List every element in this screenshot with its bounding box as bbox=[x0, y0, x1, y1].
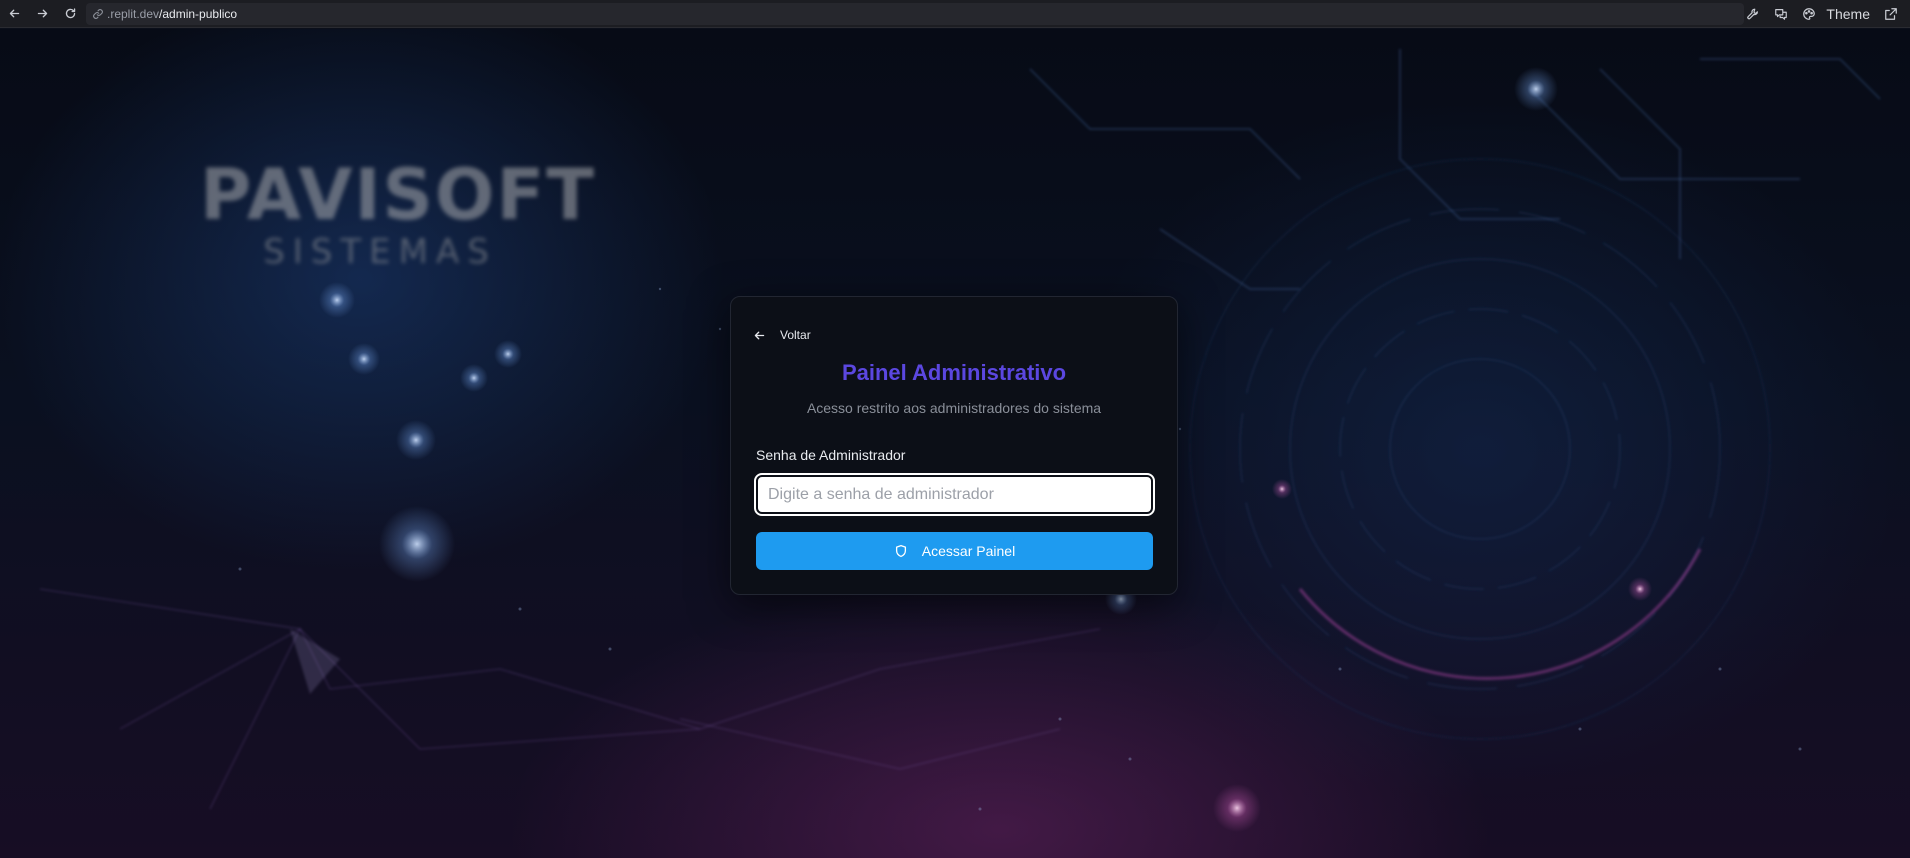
link-icon bbox=[93, 9, 103, 19]
back-button-label: Voltar bbox=[780, 328, 811, 342]
background-logo: PAVISOFT SISTEMAS bbox=[200, 154, 597, 272]
url-path: /admin-publico bbox=[159, 7, 238, 21]
page-subtitle: Acesso restrito aos administradores do s… bbox=[806, 400, 1102, 416]
theme-label[interactable]: Theme bbox=[1826, 6, 1870, 22]
reload-icon bbox=[65, 8, 75, 19]
open-external-button[interactable] bbox=[1878, 0, 1904, 28]
browser-toolbar: .replit.dev/admin-publico Theme bbox=[0, 0, 1910, 28]
back-button[interactable]: Voltar bbox=[753, 325, 811, 345]
logo-sub-text: SISTEMAS bbox=[263, 232, 497, 272]
theme-button[interactable] bbox=[1796, 0, 1822, 28]
access-panel-button[interactable]: Acessar Painel bbox=[756, 532, 1153, 570]
reload-button[interactable] bbox=[56, 0, 84, 28]
password-input[interactable] bbox=[754, 473, 1155, 516]
access-panel-label: Acessar Painel bbox=[921, 543, 1016, 559]
page-title: Painel Administrativo bbox=[841, 360, 1067, 385]
password-label: Senha de Administrador bbox=[756, 447, 906, 463]
chat-button[interactable] bbox=[1768, 0, 1794, 28]
arrow-left-icon bbox=[754, 331, 765, 339]
logo-main-text: PAVISOFT bbox=[200, 154, 597, 236]
wrench-icon bbox=[1747, 8, 1759, 20]
palette-icon bbox=[1803, 8, 1816, 20]
forward-nav-button[interactable] bbox=[28, 0, 56, 28]
chat-icon bbox=[1775, 9, 1788, 20]
arrow-left-icon bbox=[9, 9, 19, 18]
address-bar[interactable]: .replit.dev/admin-publico bbox=[86, 3, 1744, 25]
admin-login-card: Voltar Painel Administrativo Acesso rest… bbox=[730, 296, 1178, 595]
toolbar-actions: Theme bbox=[1740, 0, 1910, 28]
url-host: .replit.dev bbox=[107, 7, 160, 21]
external-link-icon bbox=[1885, 8, 1897, 20]
tools-button[interactable] bbox=[1740, 0, 1766, 28]
arrow-right-icon bbox=[37, 9, 47, 18]
shield-icon bbox=[895, 544, 906, 558]
back-nav-button[interactable] bbox=[0, 0, 28, 28]
